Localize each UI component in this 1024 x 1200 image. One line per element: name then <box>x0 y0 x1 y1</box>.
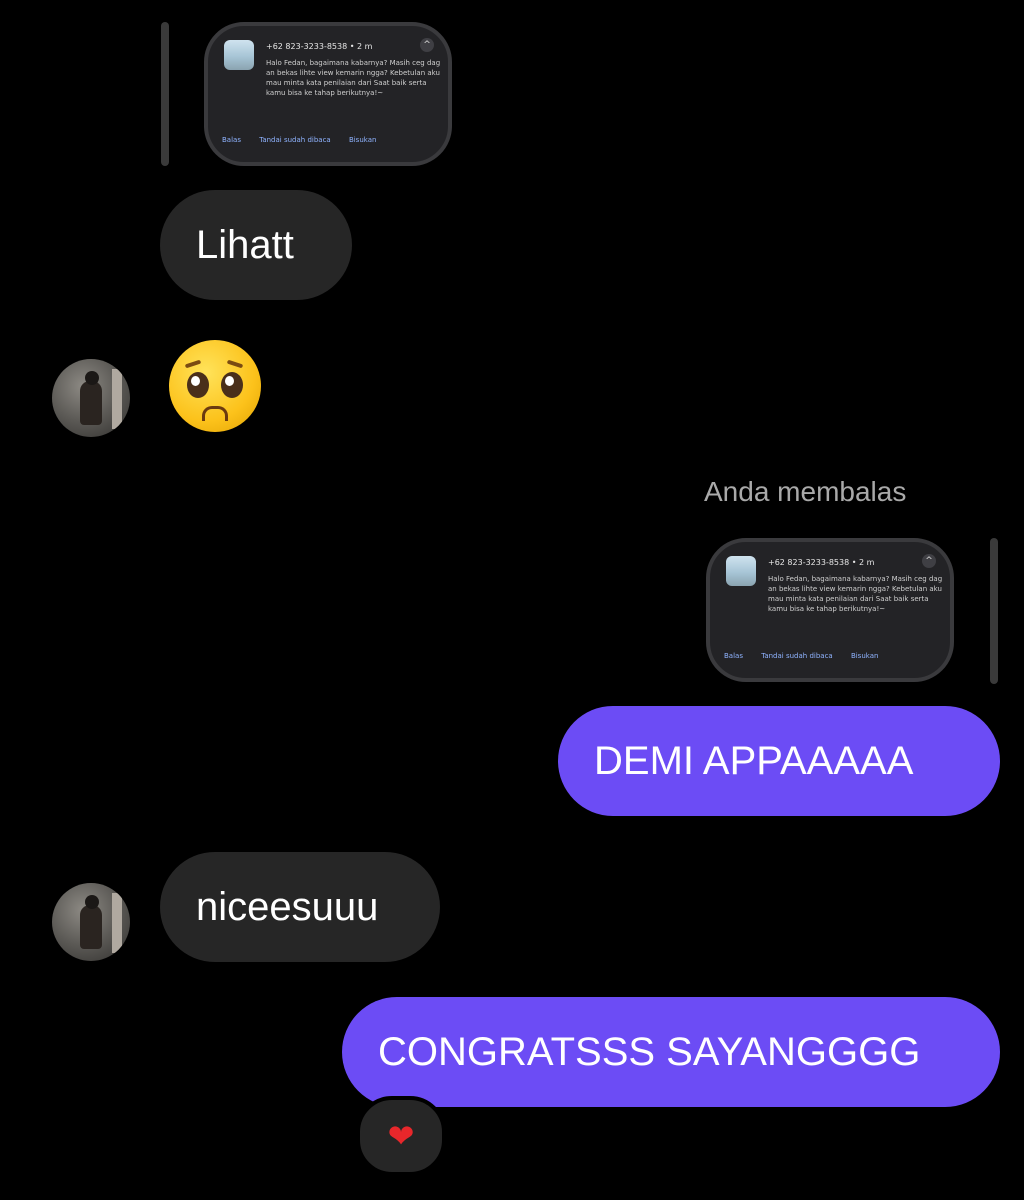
reply-label: Anda membalas <box>704 476 907 507</box>
notification-action-mark-read: Tandai sudah dibaca <box>761 652 833 660</box>
avatar[interactable] <box>52 883 130 961</box>
shared-screenshot-2[interactable]: +62 823-3233-8538 • 2 m ^ Halo Fedan, ba… <box>706 538 954 682</box>
message-bubble-outgoing[interactable]: CONGRATSSS SAYANGGGG <box>342 997 1000 1107</box>
reply-indicator-bar <box>990 538 998 684</box>
chevron-up-icon: ^ <box>420 38 434 52</box>
notification-action-reply: Balas <box>222 136 241 144</box>
notification-actions: Balas Tandai sudah dibaca Bisukan <box>222 136 434 144</box>
message-bubble-incoming[interactable]: Lihatt <box>160 190 352 300</box>
reply-indicator-bar <box>161 22 169 166</box>
notification-action-mute: Bisukan <box>348 136 377 144</box>
notification-actions: Balas Tandai sudah dibaca Bisukan <box>724 652 936 660</box>
heart-icon[interactable]: ❤ <box>356 1096 446 1176</box>
pleading-face-emoji[interactable] <box>169 340 261 432</box>
notification-sender: +62 823-3233-8538 • 2 m <box>768 558 875 567</box>
notification-thumbnail <box>726 556 756 586</box>
shared-screenshot-1[interactable]: +62 823-3233-8538 • 2 m ^ Halo Fedan, ba… <box>204 22 452 166</box>
notification-action-reply: Balas <box>724 652 743 660</box>
notification-body: Halo Fedan, bagaimana kabarnya? Masih ce… <box>768 575 943 613</box>
chevron-up-icon: ^ <box>922 554 936 568</box>
notification-sender: +62 823-3233-8538 • 2 m <box>266 42 373 51</box>
notification-thumbnail <box>224 40 254 70</box>
message-bubble-incoming[interactable]: niceesuuu <box>160 852 440 962</box>
notification-action-mark-read: Tandai sudah dibaca <box>259 136 331 144</box>
notification-body: Halo Fedan, bagaimana kabarnya? Masih ce… <box>266 59 441 97</box>
avatar[interactable] <box>52 359 130 437</box>
message-bubble-outgoing[interactable]: DEMI APPAAAAA <box>558 706 1000 816</box>
notification-action-mute: Bisukan <box>850 652 879 660</box>
